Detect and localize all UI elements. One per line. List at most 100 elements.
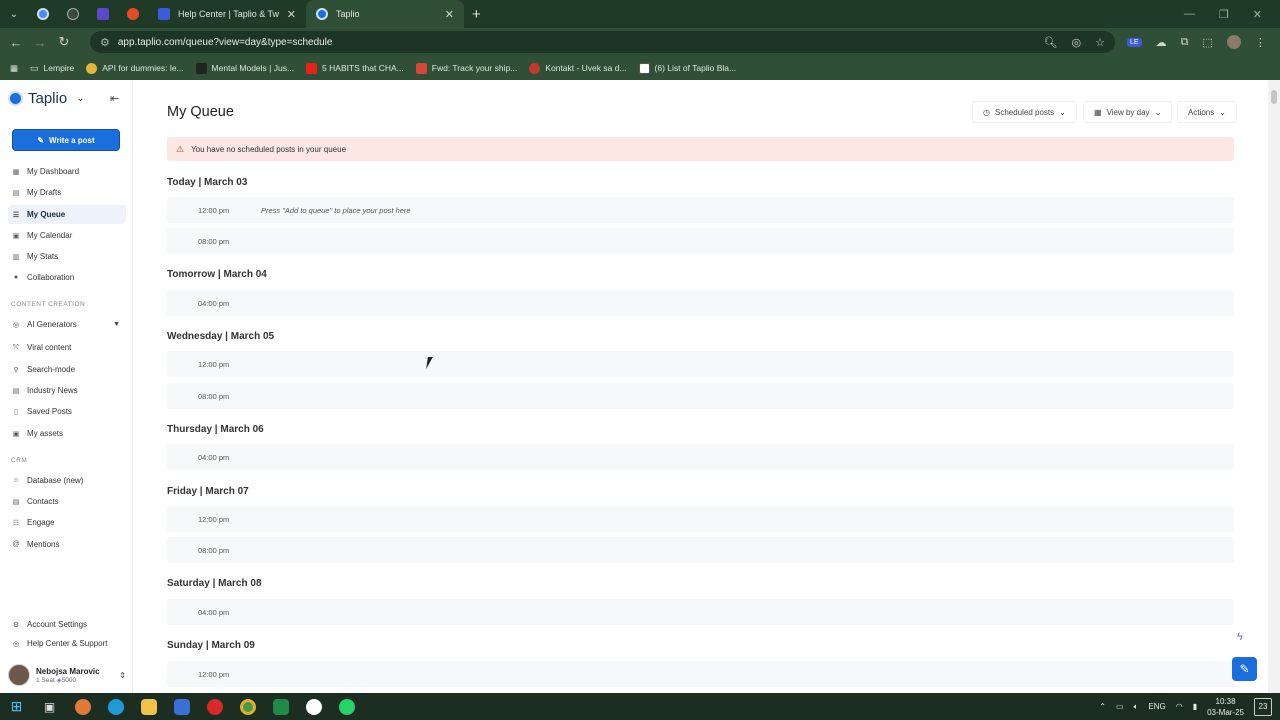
write-post-button[interactable]: ✎ Write a post — [12, 129, 120, 151]
taskbar-app-opera[interactable] — [198, 693, 231, 720]
clock[interactable]: 10:38 03-Mar-25 — [1207, 696, 1244, 718]
sidebar-item-engage[interactable]: ☷ Engage — [8, 513, 126, 532]
taskbar-app-slack[interactable] — [297, 693, 330, 720]
queue-slot[interactable]: 04:00 pm — [167, 599, 1234, 625]
extension-icon[interactable]: LE — [1127, 37, 1142, 47]
close-icon[interactable]: ✕ — [445, 8, 454, 21]
pinned-tab-2[interactable] — [58, 0, 88, 28]
user-profile[interactable]: Nebojsa Marovic 1 Seat ◈5000 ⇕ — [8, 663, 126, 687]
zoom-icon[interactable]: 🔍︎ — [1044, 36, 1058, 49]
close-window-icon[interactable]: ✕ — [1253, 8, 1262, 21]
url-bar[interactable]: ⚙ app.taplio.com/queue?view=day&type=sch… — [90, 31, 1115, 53]
screenshot-icon[interactable]: ⬚ — [1202, 36, 1212, 49]
minimize-icon[interactable]: — — [1184, 8, 1195, 21]
queue-slot[interactable]: 08:00 pm — [167, 537, 1234, 563]
pinned-tab-3[interactable] — [88, 0, 118, 28]
pencil-icon: ✎ — [1239, 662, 1250, 676]
taskbar-app-edge[interactable] — [99, 693, 132, 720]
queue-slot[interactable]: 12:00 pm Press "Add to queue" to place yo… — [167, 197, 1234, 223]
pinned-tab-chrome[interactable] — [28, 0, 58, 28]
wifi-icon[interactable]: ◠ — [1176, 702, 1183, 711]
switch-account-icon[interactable]: ⇕ — [119, 671, 126, 680]
sidebar-item-drafts[interactable]: ▤ My Drafts — [8, 183, 126, 202]
sidebar-item-label: AI Generators — [27, 320, 77, 329]
bookmark-item[interactable]: Fwd: Track your ship... — [415, 62, 517, 74]
start-icon[interactable]: ⊞ — [0, 693, 33, 720]
sidebar-item-database[interactable]: ☺ Database (new) — [8, 471, 126, 490]
queue-slot[interactable]: 04:00 pm — [167, 290, 1234, 316]
brand[interactable]: Taplio ⌄ — [8, 90, 85, 107]
taskbar-app-explorer[interactable] — [132, 693, 165, 720]
queue-slot[interactable]: 12:00 pm — [167, 506, 1234, 532]
scrollbar-thumb[interactable] — [1271, 90, 1277, 104]
sidebar-item-search-mode[interactable]: ⚲ Search-mode — [8, 360, 126, 379]
sidebar-item-collaboration[interactable]: ● Collaboration — [8, 268, 126, 287]
pinned-tab-4[interactable] — [118, 0, 148, 28]
site-info-icon[interactable]: ⚙ — [100, 36, 110, 49]
star-icon[interactable]: ☆ — [1095, 36, 1105, 49]
queue-slot[interactable]: 08:00 pm — [167, 228, 1234, 254]
sidebar-item-account-settings[interactable]: ⚙ Account Settings — [8, 615, 126, 634]
notifications-badge[interactable]: 23 — [1254, 697, 1272, 716]
sidebar-item-queue[interactable]: ☰ My Queue — [8, 205, 126, 224]
view-by-day-dropdown[interactable]: ▦ View by day ⌄ — [1083, 101, 1173, 123]
restore-icon[interactable]: ❐ — [1219, 8, 1229, 21]
close-icon[interactable]: ✕ — [287, 8, 296, 21]
app-icon — [97, 8, 109, 20]
taskbar-app-copilot[interactable] — [66, 693, 99, 720]
tab-title: Taplio — [336, 9, 360, 19]
battery-icon[interactable]: ▮ — [1193, 702, 1197, 711]
extension-icon[interactable]: ☁ — [1156, 36, 1167, 49]
reload-icon[interactable]: ↻ — [52, 34, 76, 50]
lightning-icon[interactable]: ϟ — [1237, 631, 1243, 643]
queue-slot[interactable]: 12:00 pm — [167, 661, 1234, 687]
sidebar-item-viral-content[interactable]: ⤲ Viral content — [8, 338, 126, 357]
back-icon[interactable]: ← — [4, 35, 28, 50]
menu-icon[interactable]: ⋮ — [1255, 36, 1266, 49]
bookmark-item[interactable]: 5 HABITS that CHA... — [306, 62, 404, 74]
queue-slot[interactable]: 04:00 pm — [167, 444, 1234, 470]
bookmark-item[interactable]: Kontakt - Uvek sa d... — [529, 62, 627, 74]
sidebar-item-mentions[interactable]: @ Mentions — [8, 535, 126, 554]
chevron-up-icon[interactable]: ⌃ — [1099, 702, 1106, 711]
new-tab-button[interactable]: + — [464, 6, 489, 23]
sidebar-item-industry-news[interactable]: ▤ Industry News — [8, 381, 126, 400]
sidebar-item-my-assets[interactable]: ▣ My assets — [8, 424, 126, 443]
notion-icon — [638, 62, 650, 74]
taskbar-app-whatsapp[interactable] — [330, 693, 363, 720]
language-indicator[interactable]: ENG — [1148, 702, 1165, 711]
task-view-icon[interactable]: ▣ — [33, 693, 66, 720]
sidebar-item-calendar[interactable]: ▣ My Calendar — [8, 226, 126, 245]
bookmark-item[interactable]: Mental Models | Jus... — [195, 62, 294, 74]
actions-dropdown[interactable]: Actions ⌄ — [1177, 101, 1237, 123]
collapse-sidebar-icon[interactable]: ⇤ — [110, 92, 119, 105]
queue-slot[interactable]: 12:00 pm — [167, 351, 1234, 377]
sidebar-item-contacts[interactable]: ▤ Contacts — [8, 492, 126, 511]
scheduled-posts-dropdown[interactable]: ◷ Scheduled posts ⌄ — [972, 101, 1077, 123]
forward-icon[interactable]: → — [28, 35, 52, 50]
tab-help-center[interactable]: Help Center | Taplio & Tweet H ✕ — [148, 0, 306, 28]
bookmark-item[interactable]: API for dummies: le... — [86, 62, 184, 74]
sidebar-item-help-center[interactable]: ◎ Help Center & Support — [8, 634, 126, 653]
queue-slot[interactable]: 08:00 pm — [167, 383, 1234, 409]
bookmark-item[interactable]: (6) List of Taplio Bla... — [638, 62, 736, 74]
apps-grid-icon[interactable]: ▦ — [10, 63, 18, 74]
sidebar-item-dashboard[interactable]: ▦ My Dashboard — [8, 162, 126, 181]
taskbar-app-store[interactable] — [165, 693, 198, 720]
profile-avatar-icon[interactable] — [1226, 35, 1241, 49]
eye-off-icon[interactable]: ◎ — [1072, 36, 1082, 49]
bookmark-item[interactable]: ▭ Lempire — [30, 63, 74, 74]
tab-taplio[interactable]: Taplio ✕ — [306, 0, 464, 28]
clock-time: 10:38 — [1215, 696, 1236, 706]
taskbar-app-excel[interactable] — [264, 693, 297, 720]
tab-search-icon[interactable]: ⌄ — [0, 0, 28, 28]
display-icon[interactable]: ▭ — [1116, 702, 1124, 711]
sidebar-item-stats[interactable]: ▥ My Stats — [8, 247, 126, 266]
sidebar-item-saved-posts[interactable]: ▯ Saved Posts — [8, 402, 126, 421]
volume-icon[interactable]: 🔈︎ — [1134, 702, 1139, 712]
scrollbar[interactable] — [1268, 80, 1280, 693]
puzzle-icon[interactable]: ⧉ — [1181, 36, 1189, 49]
taskbar-app-chrome[interactable] — [231, 693, 264, 720]
sidebar-item-ai-generators[interactable]: ◎ AI Generators ▼ — [8, 315, 126, 334]
compose-fab-button[interactable]: ✎ — [1232, 657, 1257, 681]
